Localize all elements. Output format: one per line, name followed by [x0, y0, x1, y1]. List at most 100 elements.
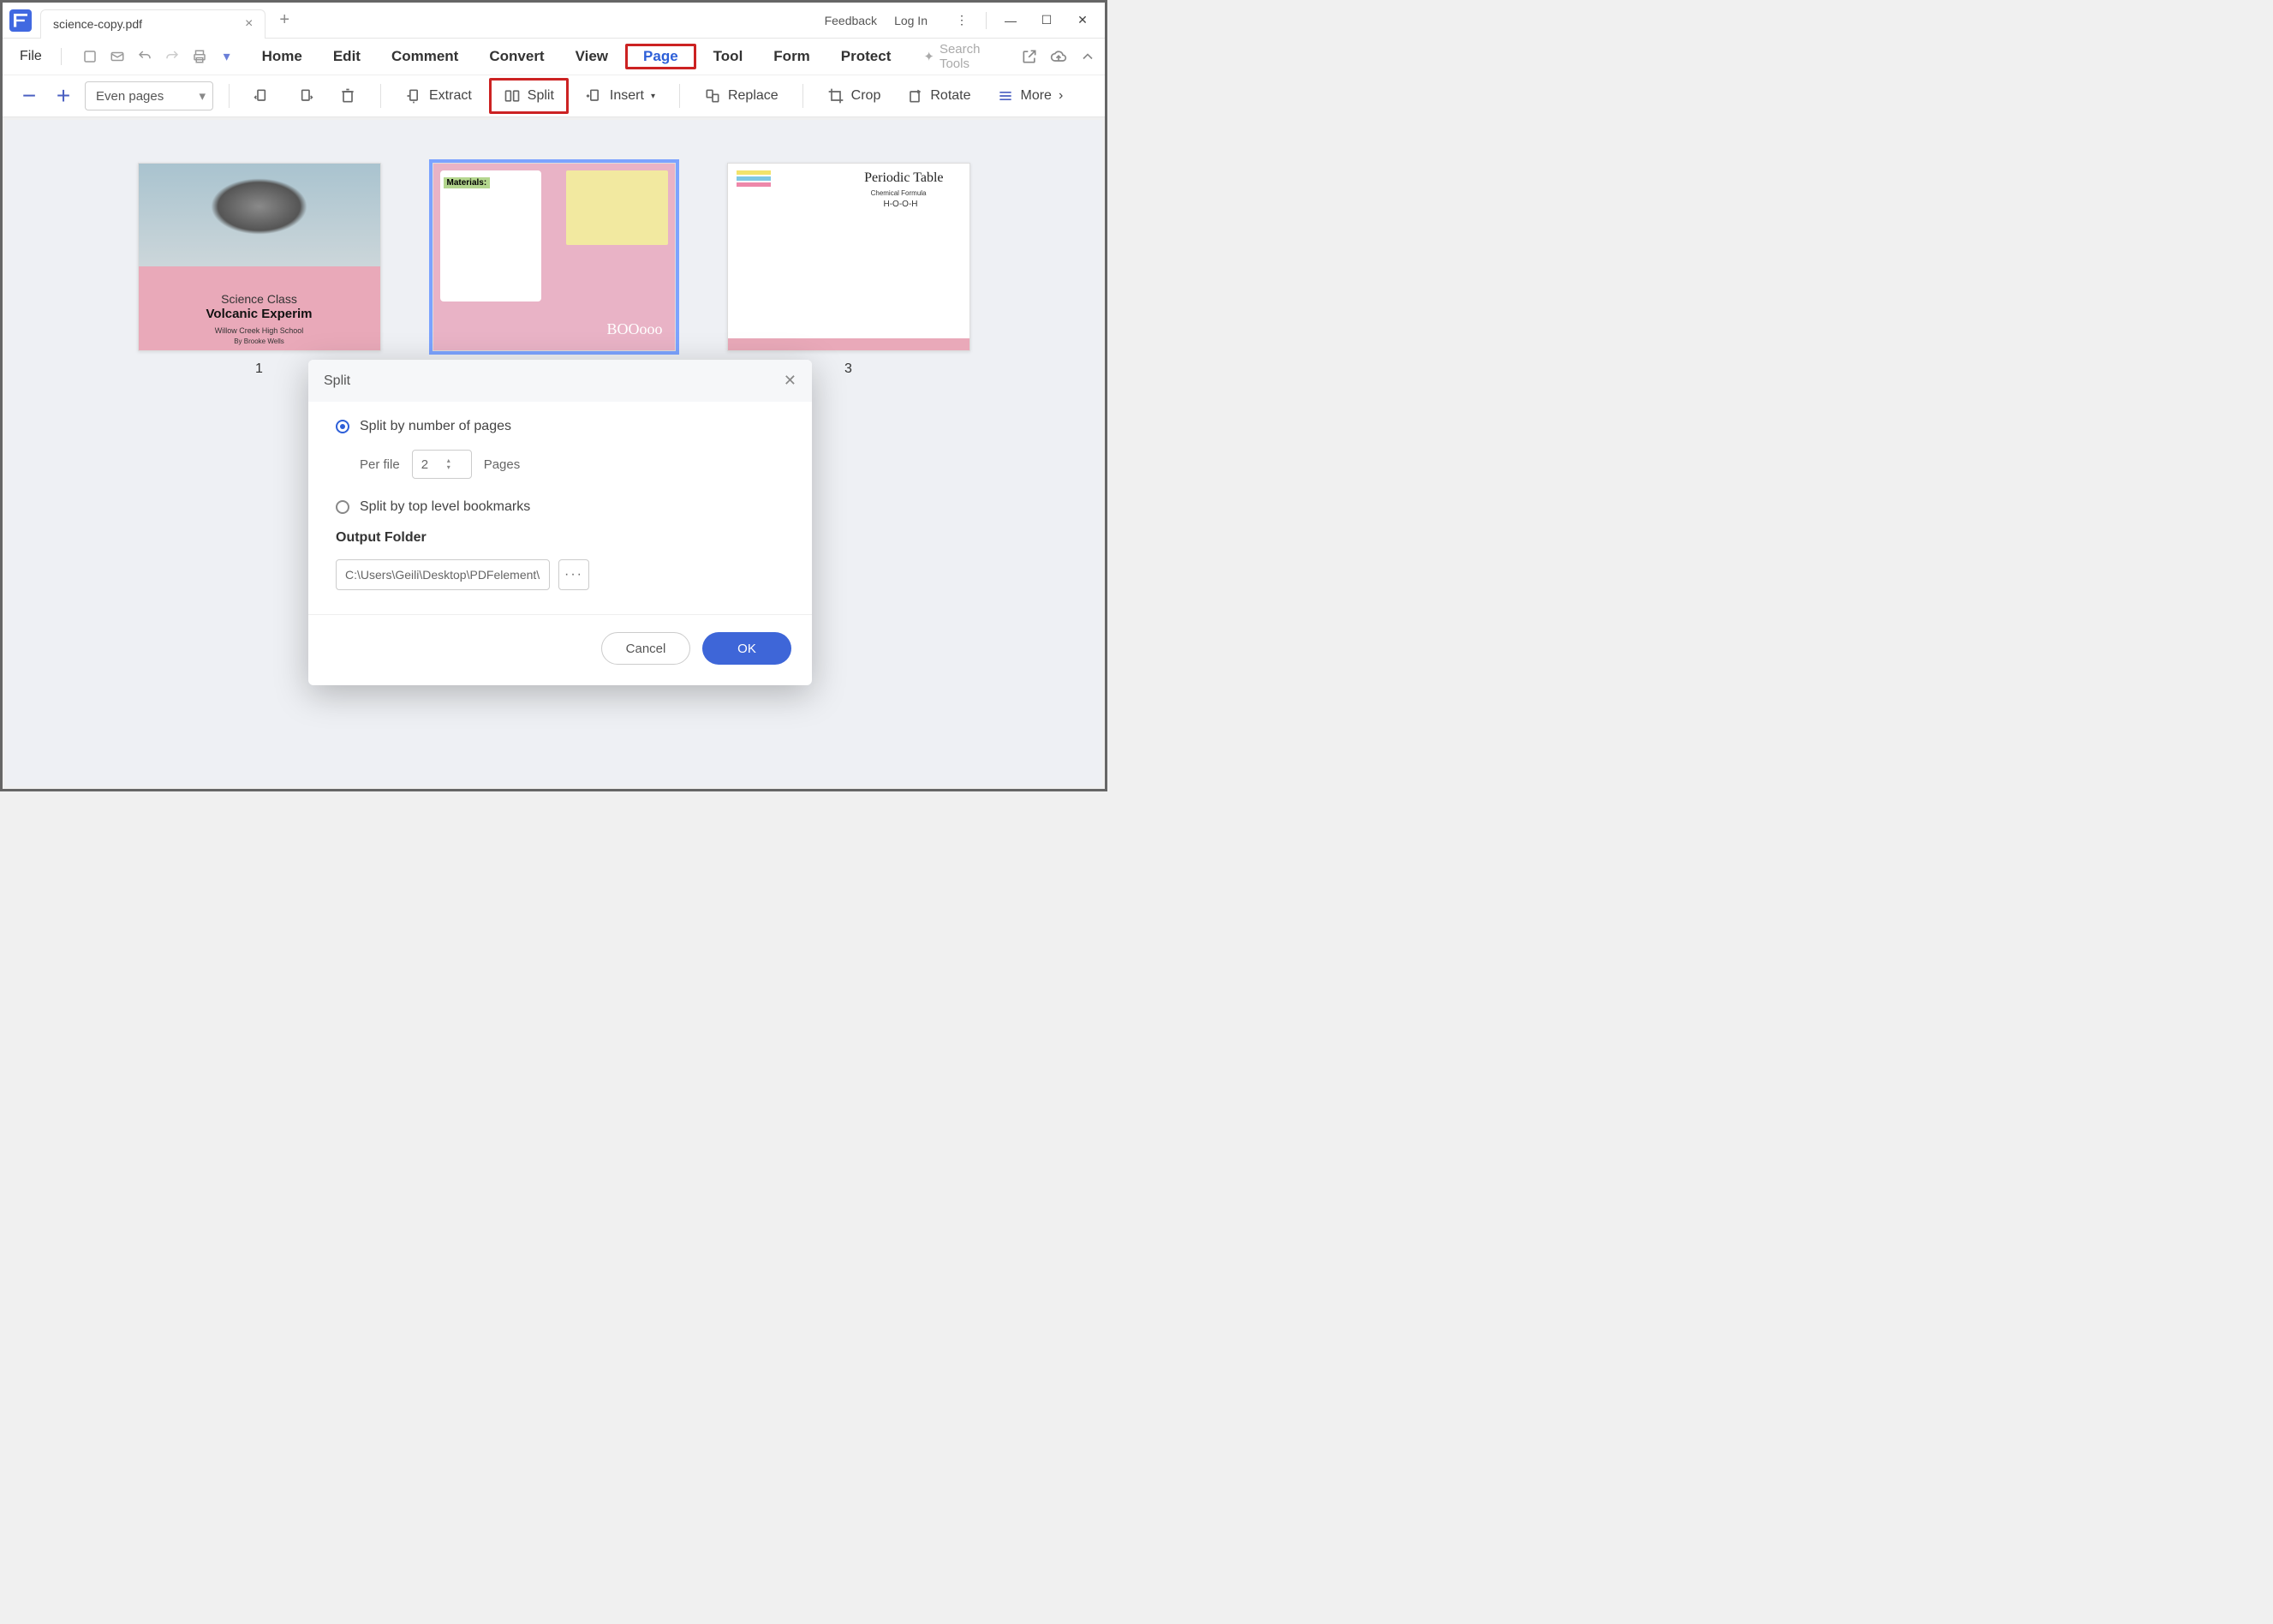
menu-comment[interactable]: Comment: [378, 43, 472, 70]
insert-label: Insert: [610, 88, 644, 104]
page-toolbar: − + Even pages Extract Split Insert ▾ Re…: [3, 75, 1105, 117]
maximize-button[interactable]: ☐: [1029, 8, 1064, 33]
more-button[interactable]: More ›: [988, 82, 1072, 110]
thumb1-line2: By Brooke Wells: [139, 337, 380, 345]
radio-pages-label: Split by number of pages: [360, 419, 511, 434]
rotate-right-button[interactable]: [288, 82, 322, 110]
insert-button[interactable]: Insert ▾: [577, 82, 664, 110]
output-folder-label: Output Folder: [336, 530, 785, 546]
insert-icon: [586, 87, 603, 104]
crop-label: Crop: [851, 88, 881, 104]
split-button[interactable]: Split: [495, 82, 563, 110]
cancel-button[interactable]: Cancel: [601, 632, 690, 665]
more-label: More: [1021, 88, 1052, 104]
split-label: Split: [528, 88, 554, 104]
page-thumb-2[interactable]: Materials: BOOooo: [433, 163, 676, 377]
thumb1-title: Science Class: [139, 292, 380, 306]
feedback-link[interactable]: Feedback: [825, 14, 877, 27]
mail-icon[interactable]: [110, 49, 125, 64]
radio-icon: [336, 420, 349, 433]
zoom-out-button[interactable]: −: [16, 82, 42, 110]
menubar: File ▾ Home Edit Comment Convert View Pa…: [3, 39, 1105, 75]
radio-split-by-pages[interactable]: Split by number of pages: [336, 419, 785, 434]
print-icon[interactable]: [192, 49, 207, 64]
menu-view[interactable]: View: [562, 43, 622, 70]
thumb2-materials-label: Materials:: [444, 177, 491, 188]
split-icon: [504, 87, 521, 104]
ok-button[interactable]: OK: [702, 632, 791, 665]
close-tab-icon[interactable]: ×: [245, 16, 253, 32]
search-tools[interactable]: ✦ Search Tools: [911, 42, 1011, 71]
thumb3-number: 3: [844, 361, 852, 377]
separator: [61, 48, 62, 65]
page-thumb-1[interactable]: Science Class Volcanic Experim Willow Cr…: [138, 163, 381, 377]
tab-title: science-copy.pdf: [53, 17, 142, 31]
menu-convert[interactable]: Convert: [475, 43, 558, 70]
replace-icon: [704, 87, 721, 104]
pages-suffix: Pages: [484, 457, 521, 472]
login-link[interactable]: Log In: [894, 14, 928, 27]
thumb2-boo: BOOooo: [606, 320, 662, 338]
browse-folder-button[interactable]: ···: [558, 559, 589, 590]
document-tab[interactable]: science-copy.pdf ×: [40, 9, 265, 39]
separator: [986, 12, 987, 29]
radio-bookmarks-label: Split by top level bookmarks: [360, 499, 530, 515]
per-file-spinner[interactable]: ▴▾: [412, 450, 472, 479]
spin-down-icon[interactable]: ▾: [447, 464, 450, 471]
crop-icon: [827, 87, 844, 104]
bulb-icon: ✦: [923, 49, 934, 64]
undo-icon[interactable]: [137, 49, 152, 64]
menu-home[interactable]: Home: [248, 43, 316, 70]
split-dialog: Split ✕ Split by number of pages Per fil…: [308, 360, 812, 685]
save-icon[interactable]: [82, 49, 98, 64]
chevron-down-icon: ▾: [651, 92, 655, 101]
extract-icon: [405, 87, 422, 104]
titlebar: science-copy.pdf × + Feedback Log In ⋮ —…: [3, 3, 1105, 39]
search-tools-placeholder: Search Tools: [940, 42, 999, 71]
cloud-upload-icon[interactable]: [1050, 48, 1067, 65]
page-select-value: Even pages: [96, 89, 164, 104]
redo-icon[interactable]: [164, 49, 180, 64]
highlight-split-button: Split: [489, 78, 569, 114]
collapse-ribbon-icon[interactable]: [1079, 48, 1096, 65]
extract-label: Extract: [429, 88, 472, 104]
replace-label: Replace: [728, 88, 779, 104]
replace-button[interactable]: Replace: [695, 82, 787, 110]
more-icon: [997, 87, 1014, 104]
dialog-close-button[interactable]: ✕: [784, 372, 796, 390]
per-file-input[interactable]: [413, 457, 447, 472]
close-window-button[interactable]: ✕: [1065, 8, 1100, 33]
new-tab-button[interactable]: +: [279, 10, 289, 30]
kebab-menu-icon[interactable]: ⋮: [945, 8, 979, 33]
crop-button[interactable]: Crop: [819, 82, 890, 110]
menu-tool[interactable]: Tool: [700, 43, 757, 70]
qat-dropdown-icon[interactable]: ▾: [219, 49, 235, 64]
page-thumbnails: Science Class Volcanic Experim Willow Cr…: [5, 120, 1102, 377]
thumb1-number: 1: [255, 361, 263, 377]
extract-button[interactable]: Extract: [397, 82, 480, 110]
page-thumb-3[interactable]: Periodic Table Chemical Formula H-O-O-H …: [727, 163, 970, 377]
minimize-button[interactable]: —: [993, 8, 1028, 33]
thumb1-subtitle: Volcanic Experim: [139, 307, 380, 321]
radio-icon: [336, 500, 349, 514]
page-select-dropdown[interactable]: Even pages: [85, 81, 213, 110]
output-folder-input[interactable]: [336, 559, 550, 590]
menu-protect[interactable]: Protect: [827, 43, 905, 70]
radio-split-by-bookmarks[interactable]: Split by top level bookmarks: [336, 499, 785, 515]
chevron-right-icon: ›: [1059, 88, 1063, 104]
app-icon: [9, 9, 32, 32]
delete-page-button[interactable]: [331, 82, 365, 110]
zoom-in-button[interactable]: +: [51, 82, 76, 110]
menu-file[interactable]: File: [11, 45, 51, 68]
menu-page[interactable]: Page: [629, 43, 692, 69]
rotate-button[interactable]: Rotate: [898, 82, 979, 110]
rotate-left-button[interactable]: [245, 82, 279, 110]
thumb1-line1: Willow Creek High School: [139, 326, 380, 335]
open-external-icon[interactable]: [1021, 48, 1038, 65]
menu-form[interactable]: Form: [760, 43, 824, 70]
menu-edit[interactable]: Edit: [319, 43, 374, 70]
workspace: Science Class Volcanic Experim Willow Cr…: [5, 120, 1102, 786]
quick-access-toolbar: ▾: [82, 49, 235, 64]
thumb3-title: Periodic Table: [864, 170, 943, 186]
thumb3-sub2: H-O-O-H: [884, 200, 918, 209]
